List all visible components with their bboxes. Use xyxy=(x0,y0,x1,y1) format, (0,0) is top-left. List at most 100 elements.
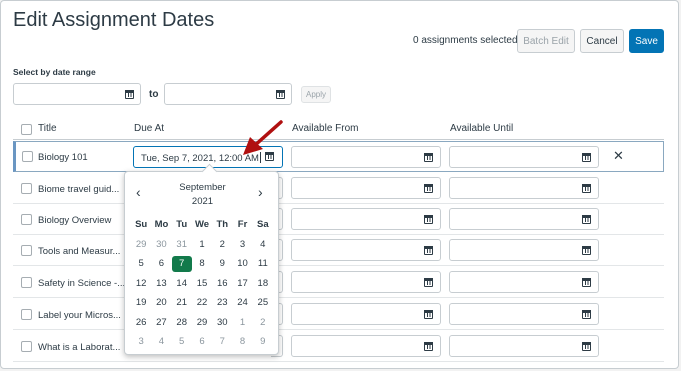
calendar-day[interactable]: 12 xyxy=(131,278,151,289)
calendar-day[interactable]: 3 xyxy=(232,239,252,250)
calendar-week: 26 27 28 29 30 1 2 xyxy=(131,313,273,333)
calendar-day[interactable]: 14 xyxy=(172,278,192,289)
calendar-icon[interactable] xyxy=(423,309,434,319)
range-start-input[interactable] xyxy=(13,83,141,105)
calendar-grid: Su Mo Tu We Th Fr Sa 29 30 31 1 2 3 4 5 … xyxy=(131,215,273,352)
row-checkbox[interactable] xyxy=(22,151,33,162)
available-until-input[interactable] xyxy=(449,335,599,357)
save-button[interactable]: Save xyxy=(629,29,664,53)
weekday-label: Sa xyxy=(257,219,269,231)
calendar-day[interactable]: 5 xyxy=(131,258,151,269)
calendar-day[interactable]: 20 xyxy=(151,297,171,308)
assignment-title: Biology 101 xyxy=(38,152,88,163)
batch-edit-button[interactable]: Batch Edit xyxy=(517,29,575,53)
calendar-day[interactable]: 9 xyxy=(253,336,273,347)
calendar-day[interactable]: 29 xyxy=(131,239,151,250)
available-from-input[interactable] xyxy=(291,239,441,261)
calendar-icon[interactable] xyxy=(423,214,434,224)
calendar-day[interactable]: 6 xyxy=(151,258,171,269)
row-checkbox[interactable] xyxy=(21,245,32,256)
calendar-icon[interactable] xyxy=(581,309,592,319)
calendar-day[interactable]: 11 xyxy=(253,258,273,269)
calendar-day[interactable]: 22 xyxy=(192,297,212,308)
calendar-day[interactable]: 2 xyxy=(253,317,273,328)
available-from-input[interactable] xyxy=(291,208,441,230)
select-all-checkbox[interactable] xyxy=(21,124,32,135)
calendar-day[interactable]: 15 xyxy=(192,278,212,289)
available-until-input[interactable] xyxy=(449,271,599,293)
available-from-input[interactable] xyxy=(291,335,441,357)
calendar-day[interactable]: 9 xyxy=(212,258,232,269)
clear-row-icon[interactable]: ✕ xyxy=(613,148,624,164)
calendar-day[interactable]: 6 xyxy=(192,336,212,347)
calendar-day[interactable]: 31 xyxy=(172,239,192,250)
calendar-day[interactable]: 3 xyxy=(131,336,151,347)
calendar-icon[interactable] xyxy=(423,183,434,193)
available-until-input[interactable] xyxy=(449,208,599,230)
calendar-day[interactable]: 5 xyxy=(172,336,192,347)
range-end-input[interactable] xyxy=(164,83,292,105)
calendar-icon[interactable] xyxy=(275,89,286,99)
calendar-day[interactable]: 28 xyxy=(172,317,192,328)
calendar-day[interactable]: 30 xyxy=(212,317,232,328)
calendar-icon[interactable] xyxy=(423,277,434,287)
calendar-day[interactable]: 2 xyxy=(212,239,232,250)
calendar-day[interactable]: 13 xyxy=(151,278,171,289)
next-month-icon[interactable]: › xyxy=(258,184,263,200)
column-due-header: Due At xyxy=(134,123,165,134)
column-available-until-header: Available Until xyxy=(450,123,514,134)
calendar-day[interactable]: 18 xyxy=(253,278,273,289)
calendar-day[interactable]: 10 xyxy=(232,258,252,269)
calendar-icon[interactable] xyxy=(423,245,434,255)
available-until-input[interactable] xyxy=(449,239,599,261)
available-from-input[interactable] xyxy=(291,177,441,199)
calendar-week: 19 20 21 22 23 24 25 xyxy=(131,293,273,313)
calendar-icon[interactable] xyxy=(581,214,592,224)
available-from-input[interactable] xyxy=(291,271,441,293)
weekday-label: Fr xyxy=(237,219,248,231)
row-checkbox[interactable] xyxy=(21,214,32,225)
calendar-day[interactable]: 24 xyxy=(232,297,252,308)
calendar-icon[interactable] xyxy=(581,183,592,193)
calendar-day[interactable]: 7 xyxy=(212,336,232,347)
calendar-day[interactable]: 26 xyxy=(131,317,151,328)
calendar-day[interactable]: 16 xyxy=(212,278,232,289)
available-until-input[interactable] xyxy=(449,177,599,199)
row-checkbox[interactable] xyxy=(21,183,32,194)
annotation-arrow-icon xyxy=(243,120,283,155)
calendar-day[interactable]: 27 xyxy=(151,317,171,328)
calendar-day[interactable]: 8 xyxy=(192,258,212,269)
calendar-day[interactable]: 4 xyxy=(151,336,171,347)
available-until-input[interactable] xyxy=(449,146,599,168)
selected-calendar-day[interactable]: 7 xyxy=(171,255,192,272)
calendar-icon[interactable] xyxy=(581,245,592,255)
calendar-day[interactable]: 30 xyxy=(151,239,171,250)
calendar-icon[interactable] xyxy=(581,152,592,162)
calendar-day[interactable]: 29 xyxy=(192,317,212,328)
calendar-day[interactable]: 1 xyxy=(232,317,252,328)
calendar-day[interactable]: 17 xyxy=(232,278,252,289)
available-until-input[interactable] xyxy=(449,303,599,325)
available-from-input[interactable] xyxy=(291,146,441,168)
column-available-from-header: Available From xyxy=(292,123,359,134)
calendar-day[interactable]: 23 xyxy=(212,297,232,308)
calendar-day[interactable]: 25 xyxy=(253,297,273,308)
available-from-input[interactable] xyxy=(291,303,441,325)
calendar-icon[interactable] xyxy=(581,277,592,287)
column-title-header: Title xyxy=(38,123,57,134)
cancel-button[interactable]: Cancel xyxy=(580,29,624,53)
apply-button[interactable]: Apply xyxy=(301,86,331,103)
calendar-week: 29 30 31 1 2 3 4 xyxy=(131,235,273,255)
calendar-icon[interactable] xyxy=(581,341,592,351)
row-checkbox[interactable] xyxy=(21,341,32,352)
calendar-icon[interactable] xyxy=(423,152,434,162)
calendar-day[interactable]: 1 xyxy=(192,239,212,250)
calendar-day[interactable]: 8 xyxy=(232,336,252,347)
calendar-icon[interactable] xyxy=(124,89,135,99)
calendar-day[interactable]: 21 xyxy=(172,297,192,308)
calendar-icon[interactable] xyxy=(423,341,434,351)
row-checkbox[interactable] xyxy=(21,277,32,288)
calendar-day[interactable]: 19 xyxy=(131,297,151,308)
row-checkbox[interactable] xyxy=(21,309,32,320)
calendar-day[interactable]: 4 xyxy=(253,239,273,250)
